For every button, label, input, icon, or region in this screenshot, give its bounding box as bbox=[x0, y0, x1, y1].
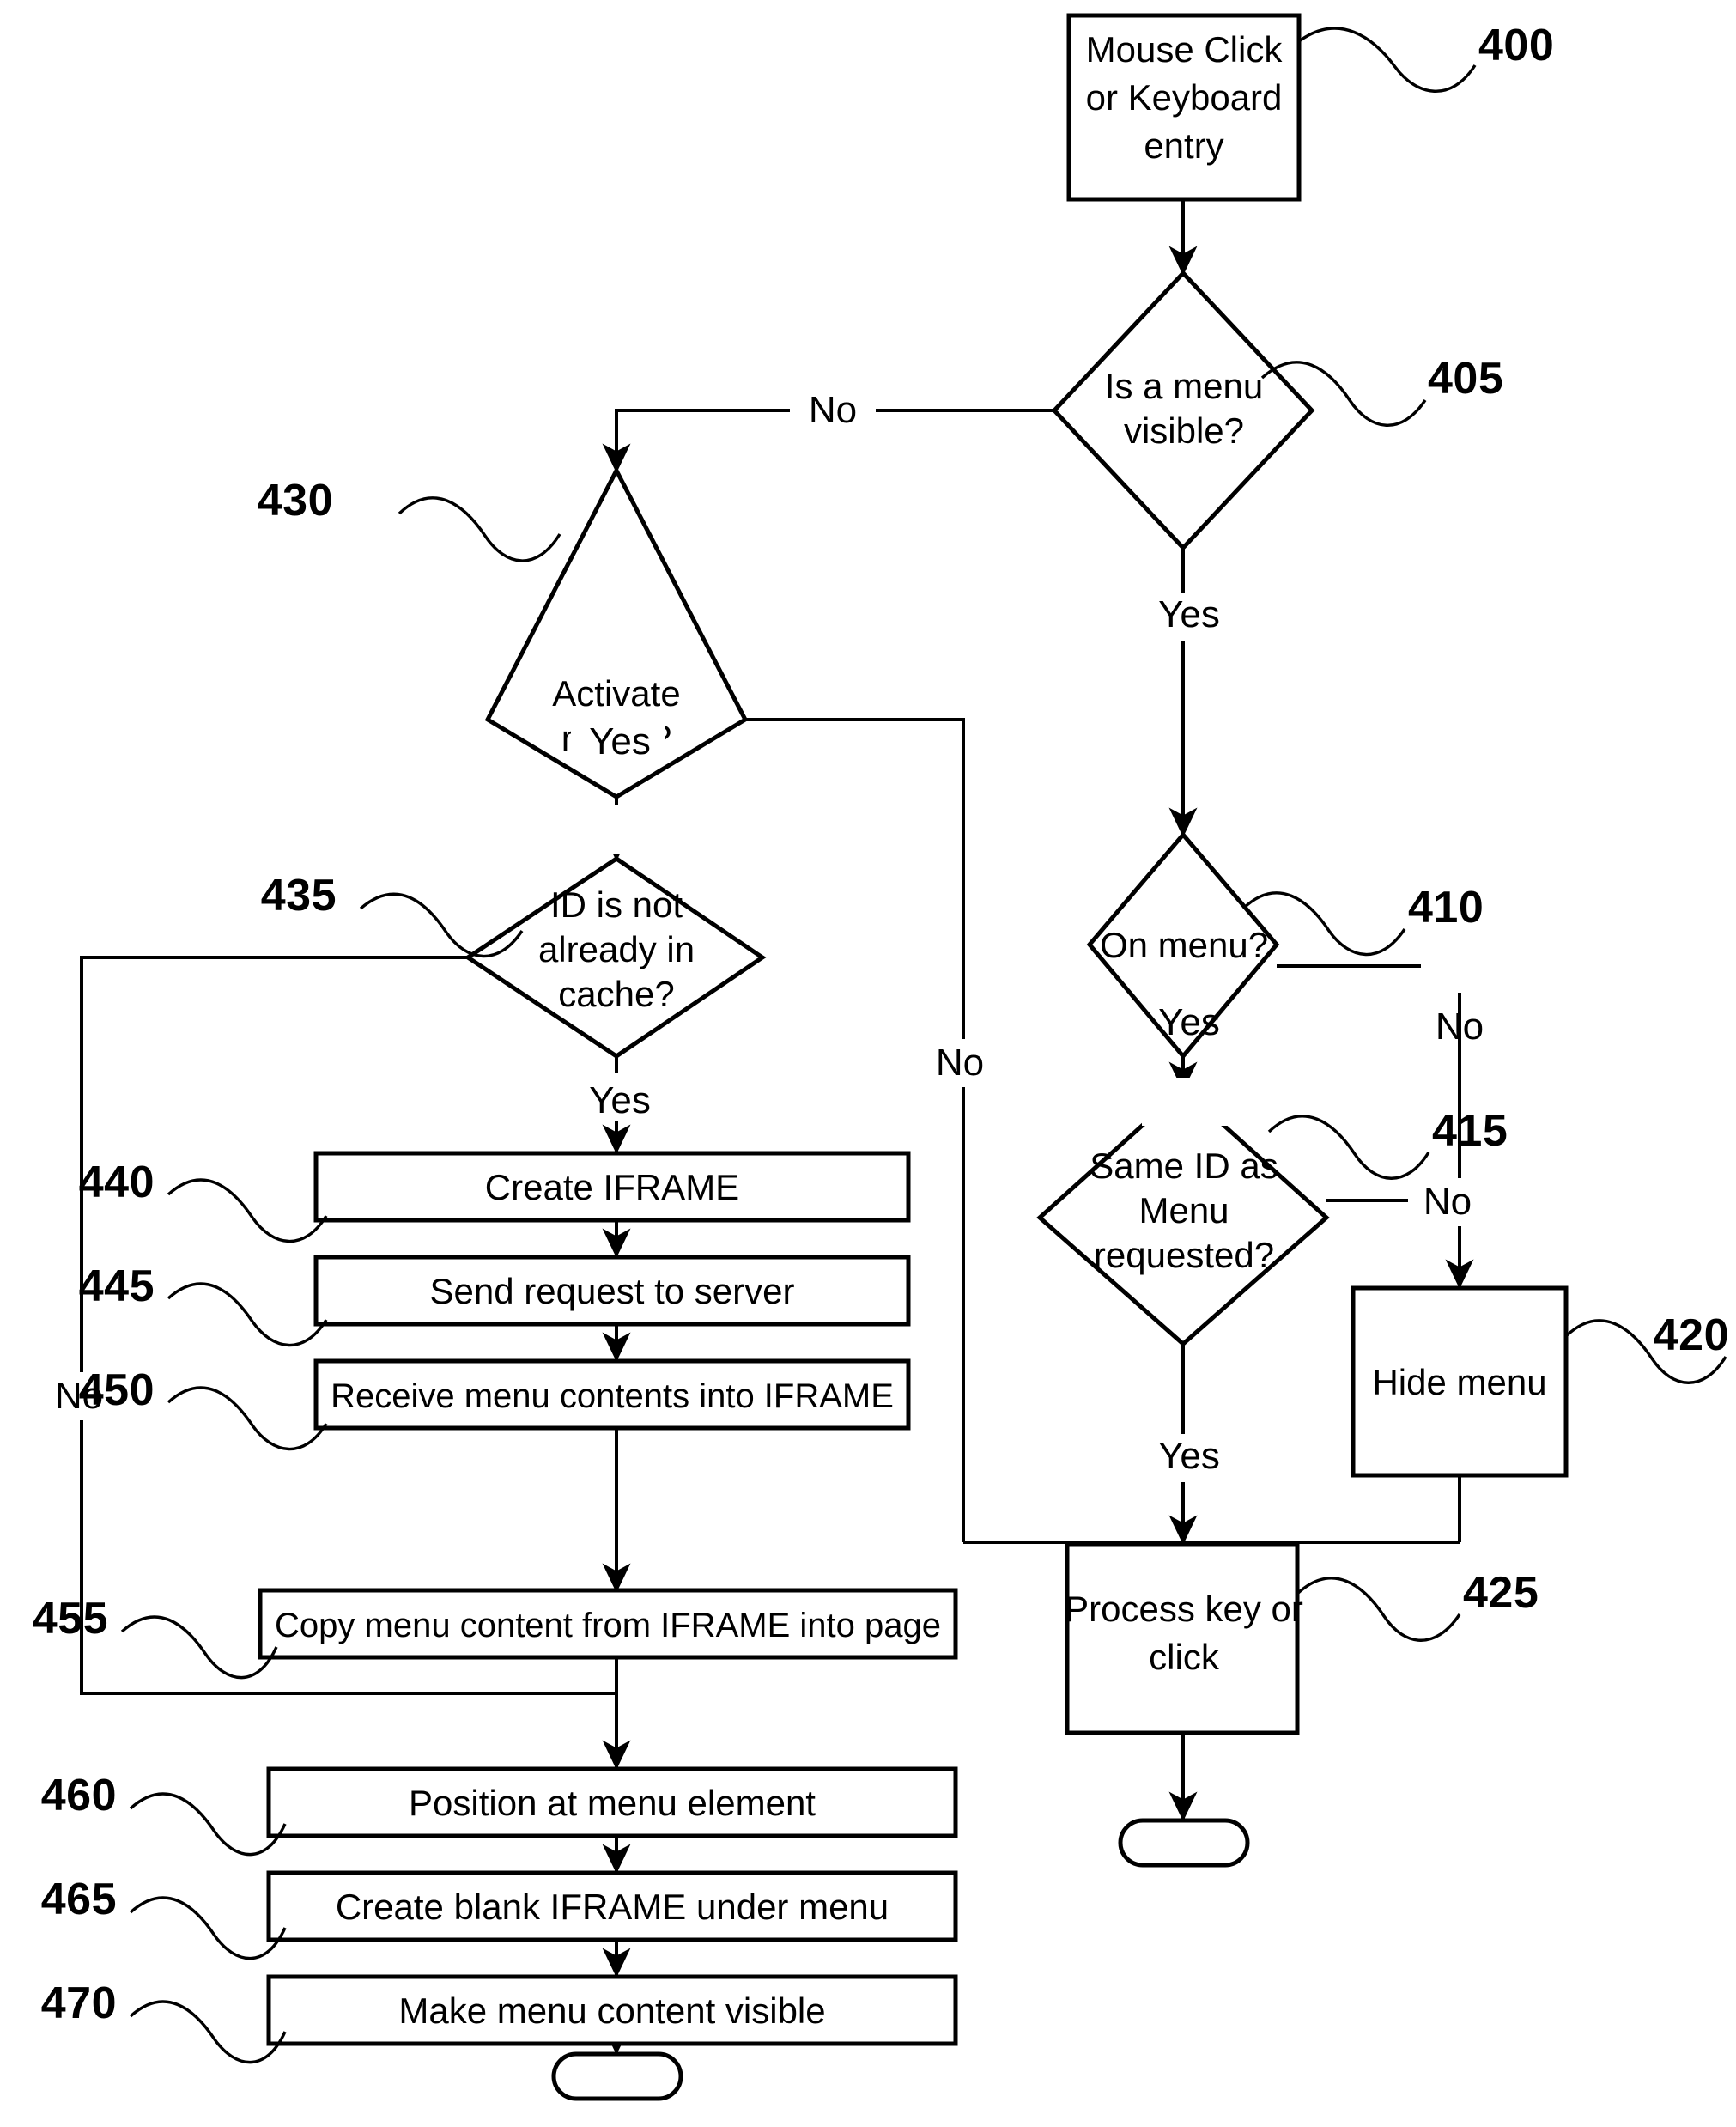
ref-465: 465 bbox=[41, 1875, 117, 1924]
ref-435: 435 bbox=[261, 871, 337, 921]
leader-460 bbox=[129, 1792, 287, 1857]
node-430-line1: Activate bbox=[552, 673, 680, 714]
edge-label-415-yes: Yes bbox=[1158, 1435, 1220, 1477]
node-405-line2: visible? bbox=[1124, 410, 1244, 451]
node-450-label: Receive menu contents into IFRAME bbox=[331, 1377, 894, 1415]
leader-440 bbox=[167, 1178, 328, 1243]
leader-465 bbox=[129, 1896, 287, 1960]
ref-410: 410 bbox=[1408, 883, 1484, 933]
flowchart-svg: Mouse Click or Keyboard entry Is a menu … bbox=[33, 13, 1729, 2101]
edge-label-435-yes: Yes bbox=[589, 1079, 651, 1121]
edge-label-410-no: No bbox=[1436, 1006, 1484, 1048]
node-400-line2: or Keyboard bbox=[1086, 77, 1283, 118]
edge-label-405-yes: Yes bbox=[1158, 593, 1220, 635]
leader-430 bbox=[398, 496, 561, 562]
ref-415: 415 bbox=[1432, 1106, 1508, 1156]
knockout-onmenu-no bbox=[1421, 945, 1500, 993]
ref-425: 425 bbox=[1463, 1568, 1539, 1618]
node-415-line3: requested? bbox=[1094, 1235, 1274, 1275]
node-415-line2: Menu bbox=[1138, 1190, 1229, 1231]
node-435-line3: cache? bbox=[558, 974, 674, 1014]
node-410-line1: On menu? bbox=[1100, 925, 1268, 965]
leader-400 bbox=[1298, 27, 1477, 93]
edge-label-410-yes: Yes bbox=[1158, 1001, 1220, 1043]
ref-450: 450 bbox=[79, 1365, 155, 1415]
edge-label-405-no: No bbox=[809, 389, 857, 431]
leader-415 bbox=[1267, 1115, 1430, 1180]
node-425-line1: Process key or bbox=[1065, 1589, 1303, 1629]
node-470-label: Make menu content visible bbox=[398, 1990, 825, 2031]
ref-430: 430 bbox=[258, 476, 333, 526]
edge-label-430-yes: Yes bbox=[589, 720, 651, 763]
edge-label-430-no: No bbox=[936, 1042, 984, 1084]
leader-425 bbox=[1296, 1577, 1461, 1642]
leader-450 bbox=[167, 1386, 328, 1451]
node-405-line1: Is a menu bbox=[1105, 366, 1263, 406]
node-445-label: Send request to server bbox=[430, 1271, 795, 1311]
node-415-line1: Same ID as bbox=[1090, 1146, 1278, 1186]
ref-445: 445 bbox=[79, 1261, 155, 1311]
ref-400: 400 bbox=[1478, 21, 1554, 70]
ref-440: 440 bbox=[79, 1158, 155, 1207]
ref-470: 470 bbox=[41, 1978, 117, 2028]
leader-455 bbox=[120, 1615, 278, 1680]
patent-figure-sheet: Mouse Click or Keyboard entry Is a menu … bbox=[0, 0, 1736, 2127]
ref-420: 420 bbox=[1654, 1310, 1729, 1360]
node-420-line1: Hide menu bbox=[1372, 1362, 1546, 1402]
node-terminator-right bbox=[1118, 1818, 1250, 1868]
node-425-line2: click bbox=[1149, 1637, 1220, 1677]
node-terminator-left bbox=[551, 2051, 683, 2101]
node-435-line2: already in bbox=[538, 929, 695, 969]
ref-460: 460 bbox=[41, 1771, 117, 1820]
node-460-label: Position at menu element bbox=[409, 1783, 816, 1823]
node-400-line3: entry bbox=[1144, 125, 1223, 166]
ref-405: 405 bbox=[1428, 354, 1503, 404]
node-455-label: Copy menu content from IFRAME into page bbox=[275, 1607, 941, 1644]
leader-470 bbox=[129, 2000, 287, 2064]
node-465-label: Create blank IFRAME under menu bbox=[336, 1887, 889, 1927]
ref-455: 455 bbox=[33, 1594, 108, 1644]
node-435-line1: ID is not bbox=[550, 884, 683, 925]
node-400-line1: Mouse Click bbox=[1086, 29, 1284, 70]
knockout-onmenu-yes bbox=[1142, 1078, 1236, 1126]
leader-445 bbox=[167, 1282, 328, 1347]
edge-label-415-no: No bbox=[1423, 1181, 1472, 1223]
knockout-activate-yes3 bbox=[569, 807, 665, 854]
node-440-label: Create IFRAME bbox=[485, 1167, 739, 1207]
